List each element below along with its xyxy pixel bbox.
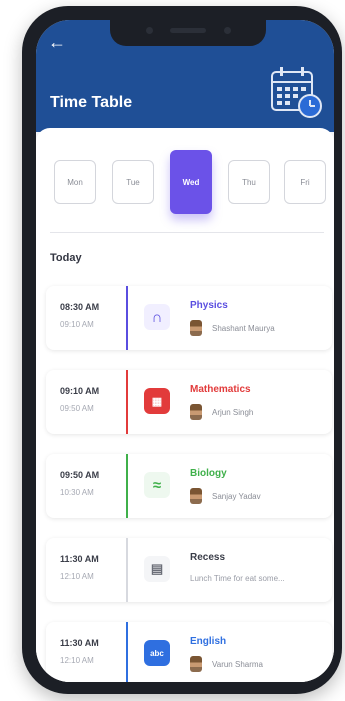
timetable-content: Mon Tue Wed Thu Fri Today 08:30 AM 09:10…	[36, 128, 334, 682]
section-label: Today	[50, 252, 82, 264]
subject-name: English	[190, 636, 227, 647]
app-screen: ← Time Table Mon Tue Wed Thu Fri Today 0…	[36, 20, 334, 682]
dna-icon: ≈	[144, 472, 170, 498]
magnet-icon: ∩	[144, 304, 170, 330]
day-tab-wed[interactable]: Wed	[170, 150, 212, 214]
timetable-slot[interactable]: 09:50 AM 10:30 AM ≈ Biology Sanjay Yadav	[46, 454, 332, 518]
start-time: 11:30 AM	[60, 638, 99, 648]
slot-color-bar	[126, 622, 128, 682]
start-time: 11:30 AM	[60, 554, 99, 564]
slot-color-bar	[126, 370, 128, 434]
calendar-clock-icon	[271, 67, 322, 118]
subject-name: Mathematics	[190, 384, 251, 395]
end-time: 09:10 AM	[60, 320, 94, 329]
end-time: 09:50 AM	[60, 404, 94, 413]
slot-color-bar	[126, 286, 128, 350]
lunch-icon: ▤	[144, 556, 170, 582]
end-time: 12:10 AM	[60, 572, 94, 581]
teacher-avatar	[190, 404, 202, 420]
teacher-avatar	[190, 656, 202, 672]
teacher-name: Sanjay Yadav	[212, 491, 261, 501]
teacher-row: Arjun Singh	[190, 404, 253, 420]
subject-name: Biology	[190, 468, 227, 479]
timetable-slot[interactable]: 08:30 AM 09:10 AM ∩ Physics Shashant Mau…	[46, 286, 332, 350]
end-time: 12:10 AM	[60, 656, 94, 665]
teacher-name: Varun Sharma	[212, 659, 263, 669]
page-title: Time Table	[50, 94, 133, 111]
timetable-slot[interactable]: 09:10 AM 09:50 AM ▦ Mathematics Arjun Si…	[46, 370, 332, 434]
day-tab-mon[interactable]: Mon	[54, 160, 96, 204]
sensor-icon	[224, 27, 231, 34]
teacher-row: Sanjay Yadav	[190, 488, 261, 504]
teacher-row: Shashant Maurya	[190, 320, 275, 336]
teacher-avatar	[190, 320, 202, 336]
teacher-name: Shashant Maurya	[212, 323, 275, 333]
day-selector: Mon Tue Wed Thu Fri	[36, 150, 334, 214]
timetable-slot[interactable]: 11:30 AM 12:10 AM ▤ Recess Lunch Time fo…	[46, 538, 332, 602]
slot-color-bar	[126, 538, 128, 602]
recess-note: Lunch Time for eat some...	[190, 574, 285, 583]
notch	[110, 20, 266, 46]
start-time: 09:50 AM	[60, 470, 100, 480]
end-time: 10:30 AM	[60, 488, 94, 497]
start-time: 08:30 AM	[60, 302, 100, 312]
day-tab-thu[interactable]: Thu	[228, 160, 270, 204]
back-arrow-icon[interactable]: ←	[48, 33, 68, 51]
subject-name: Physics	[190, 300, 228, 311]
day-tab-fri[interactable]: Fri	[284, 160, 326, 204]
subject-name: Recess	[190, 552, 226, 563]
camera-icon	[146, 27, 153, 34]
slot-color-bar	[126, 454, 128, 518]
timetable-slot[interactable]: 11:30 AM 12:10 AM abc English Varun Shar…	[46, 622, 332, 682]
abc-book-icon: abc	[144, 640, 170, 666]
day-tab-tue[interactable]: Tue	[112, 160, 154, 204]
speaker-grille	[170, 28, 206, 33]
teacher-row: Varun Sharma	[190, 656, 263, 672]
divider	[50, 232, 324, 233]
start-time: 09:10 AM	[60, 386, 100, 396]
math-blocks-icon: ▦	[144, 388, 170, 414]
teacher-avatar	[190, 488, 202, 504]
teacher-name: Arjun Singh	[212, 407, 254, 417]
